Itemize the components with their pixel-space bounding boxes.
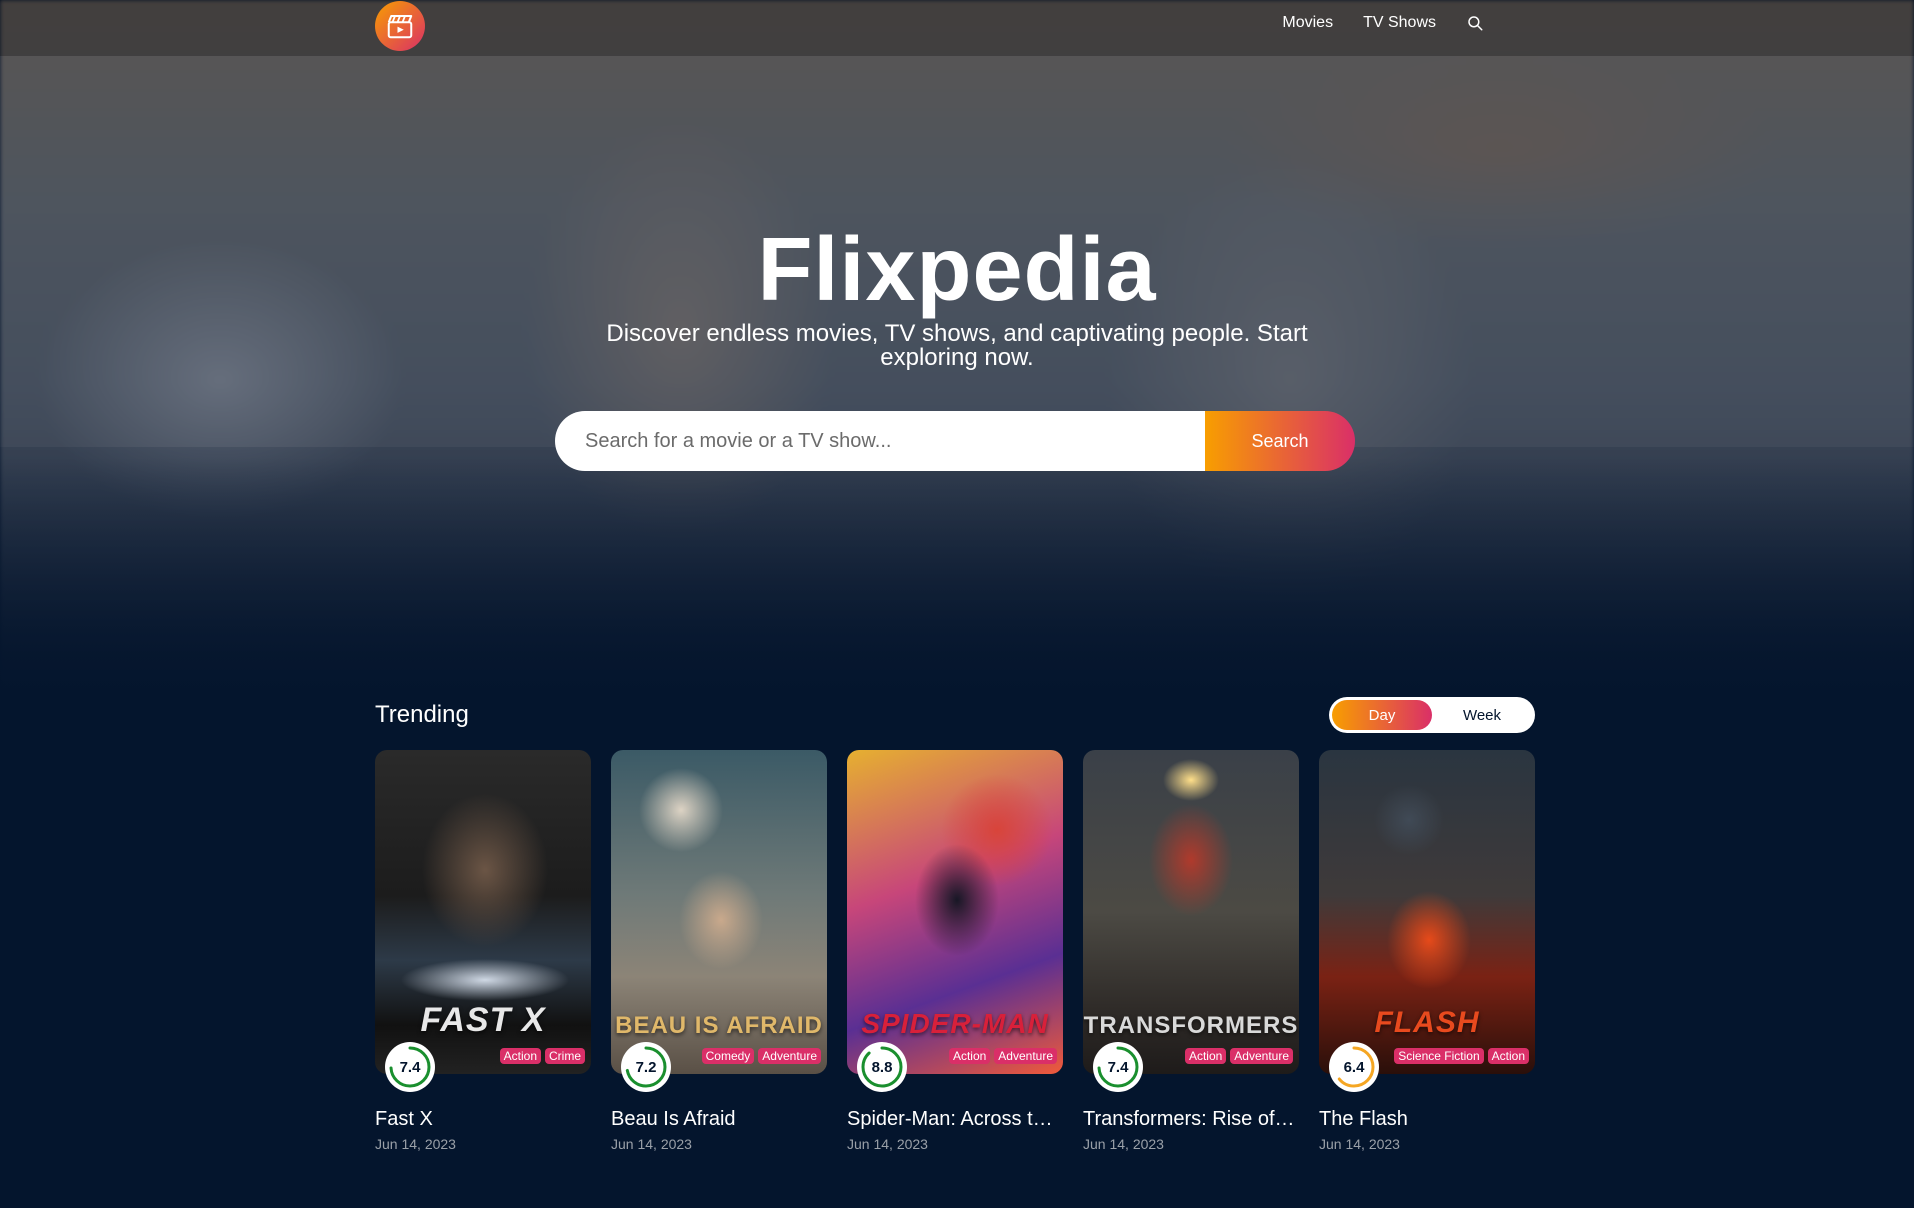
movie-poster[interactable]: FLASH 6.4 Science Fiction Action — [1319, 750, 1535, 1092]
movie-title[interactable]: Fast X — [375, 1105, 591, 1133]
release-date: Jun 14, 2023 — [1083, 1136, 1164, 1152]
trending-carousel: FAST X 7.4 Action Crime Fast X Jun 14, 2… — [375, 750, 1535, 1152]
clapperboard-icon — [387, 15, 413, 39]
movie-poster[interactable]: TRANSFORMERS 7.4 Action Adventure — [1083, 750, 1299, 1092]
movie-poster[interactable]: FAST X 7.4 Action Crime — [375, 750, 591, 1092]
movie-card[interactable]: FLASH 6.4 Science Fiction Action The Fla… — [1319, 750, 1535, 1152]
genre-list: Action Crime — [499, 1048, 585, 1064]
day-week-switch: Day Week — [1329, 697, 1535, 733]
main-nav: Movies TV Shows — [1282, 14, 1484, 32]
movie-title[interactable]: The Flash — [1319, 1105, 1535, 1133]
movie-card[interactable]: FAST X 7.4 Action Crime Fast X Jun 14, 2… — [375, 750, 591, 1152]
movie-title[interactable]: Spider-Man: Across the Spider-Verse — [847, 1105, 1063, 1133]
rating-value: 7.4 — [399, 1058, 421, 1076]
genre-list: Action Adventure — [1184, 1048, 1293, 1064]
site-header: Movies TV Shows — [0, 0, 1914, 56]
poster-logo-text: TRANSFORMERS — [1083, 1012, 1299, 1039]
rating-circle: 6.4 — [1329, 1042, 1379, 1092]
poster-logo-text: FAST X — [420, 1001, 546, 1039]
tab-day[interactable]: Day — [1332, 700, 1432, 730]
hero-content: Flixpedia Discover endless movies, TV sh… — [0, 220, 1914, 370]
genre-badge: Adventure — [1230, 1048, 1293, 1064]
rating-circle: 7.4 — [1093, 1042, 1143, 1092]
rating-circle: 7.2 — [621, 1042, 671, 1092]
movie-card[interactable]: SPIDER-MAN 8.8 Action Adventure Spider-M… — [847, 750, 1063, 1152]
release-date: Jun 14, 2023 — [611, 1136, 692, 1152]
rating-value: 6.4 — [1343, 1058, 1365, 1076]
nav-tv-shows[interactable]: TV Shows — [1363, 14, 1436, 32]
hero-fade — [0, 457, 1914, 697]
nav-movies[interactable]: Movies — [1282, 14, 1333, 32]
rating-value: 7.4 — [1107, 1058, 1129, 1076]
genre-badge: Comedy — [701, 1048, 755, 1064]
genre-badge: Action — [948, 1048, 991, 1064]
genre-list: Action Adventure — [948, 1048, 1057, 1064]
rating-value: 8.8 — [871, 1058, 893, 1076]
movie-poster[interactable]: BEAU IS AFRAID 7.2 Comedy Adventure — [611, 750, 827, 1092]
search-input[interactable] — [555, 411, 1205, 471]
rating-circle: 8.8 — [857, 1042, 907, 1092]
trending-section: Trending Day Week FAST X 7.4 Action Crim… — [375, 697, 1535, 1152]
poster-logo-text: SPIDER-MAN — [861, 1008, 1049, 1039]
trending-header: Trending Day Week — [375, 697, 1535, 733]
poster-image: FLASH — [1319, 750, 1535, 1074]
genre-badge: Action — [1487, 1048, 1529, 1064]
poster-image: BEAU IS AFRAID — [611, 750, 827, 1074]
hero-search-bar: Search — [555, 411, 1355, 471]
poster-image: SPIDER-MAN — [847, 750, 1063, 1074]
site-logo[interactable] — [375, 1, 425, 51]
genre-badge: Adventure — [758, 1048, 821, 1064]
genre-badge: Crime — [545, 1048, 585, 1064]
release-date: Jun 14, 2023 — [1319, 1136, 1400, 1152]
trending-title: Trending — [375, 701, 469, 728]
rating-value: 7.2 — [635, 1058, 657, 1076]
poster-logo-text: BEAU IS AFRAID — [615, 1012, 823, 1039]
search-button[interactable]: Search — [1205, 411, 1355, 471]
search-icon[interactable] — [1466, 14, 1484, 32]
tab-week[interactable]: Week — [1432, 700, 1532, 730]
movie-title[interactable]: Transformers: Rise of the Beasts — [1083, 1105, 1299, 1133]
movie-poster[interactable]: SPIDER-MAN 8.8 Action Adventure — [847, 750, 1063, 1092]
genre-list: Science Fiction Action — [1394, 1048, 1529, 1064]
release-date: Jun 14, 2023 — [375, 1136, 456, 1152]
poster-image: FAST X — [375, 750, 591, 1074]
genre-badge: Action — [499, 1048, 541, 1064]
genre-badge: Action — [1184, 1048, 1227, 1064]
genre-list: Comedy Adventure — [701, 1048, 821, 1064]
poster-image: TRANSFORMERS — [1083, 750, 1299, 1074]
rating-circle: 7.4 — [385, 1042, 435, 1092]
genre-badge: Adventure — [994, 1048, 1057, 1064]
poster-logo-text: FLASH — [1374, 1006, 1480, 1039]
hero-subtitle: Discover endless movies, TV shows, and c… — [606, 320, 1308, 371]
movie-card[interactable]: TRANSFORMERS 7.4 Action Adventure Transf… — [1083, 750, 1299, 1152]
movie-title[interactable]: Beau Is Afraid — [611, 1105, 827, 1133]
hero-title: Flixpedia — [757, 220, 1157, 320]
release-date: Jun 14, 2023 — [847, 1136, 928, 1152]
movie-card[interactable]: BEAU IS AFRAID 7.2 Comedy Adventure Beau… — [611, 750, 827, 1152]
genre-badge: Science Fiction — [1394, 1048, 1484, 1064]
